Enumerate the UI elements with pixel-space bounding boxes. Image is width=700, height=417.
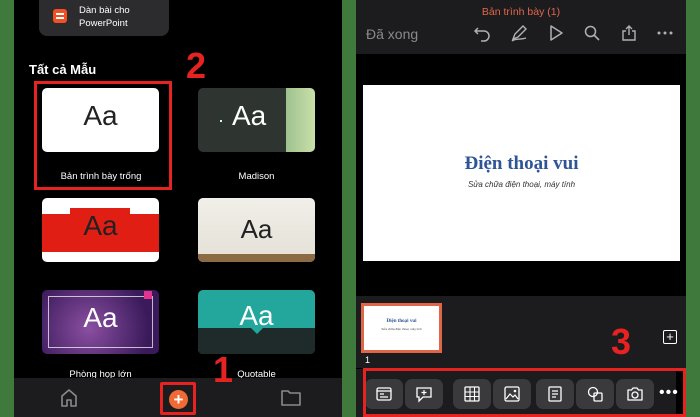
plus-icon: +: [169, 390, 188, 409]
highlight-insert-toolbar: [363, 368, 686, 417]
home-icon[interactable]: [54, 386, 84, 408]
slide-canvas[interactable]: Điện thoại vui Sửa chữa điện thoại, máy …: [363, 85, 680, 261]
template-madison[interactable]: Aa: [198, 88, 315, 152]
template-red-banner[interactable]: Aa: [42, 198, 159, 262]
template-preview-text: Aa: [239, 300, 274, 331]
template-decoration: [220, 120, 222, 122]
thumbnail-subtitle: Sửa chữa điện thoại, máy tính: [381, 327, 422, 331]
slide-number: 1: [365, 355, 371, 365]
template-preview-text: Aa: [232, 100, 267, 131]
bottom-nav-bar: +: [14, 378, 342, 417]
presentation-editor-screen: Bản trình bày (1) Đã xong Điện thoại vui…: [356, 0, 686, 417]
thumbnail-title: Điện thoại vui: [386, 319, 417, 324]
document-icon: [53, 9, 67, 23]
template-wood[interactable]: Aa: [198, 198, 315, 262]
template-decoration: [144, 291, 152, 299]
search-icon[interactable]: [583, 24, 601, 42]
template-boardroom[interactable]: Aa: [42, 290, 159, 354]
slide-title[interactable]: Điện thoại vui: [363, 153, 680, 175]
highlight-blank-template: [34, 81, 172, 190]
play-icon[interactable]: [547, 24, 565, 42]
slide-thumbnail-strip: Điện thoại vui Sửa chữa điện thoại, máy …: [356, 296, 686, 368]
slide-thumbnail[interactable]: Điện thoại vui Sửa chữa điện thoại, máy …: [361, 303, 442, 353]
done-button[interactable]: Đã xong: [366, 26, 418, 42]
step-1-badge: 1: [213, 349, 234, 390]
template-preview-text: Aa: [83, 302, 118, 333]
add-slide-button[interactable]: +: [663, 330, 677, 344]
template-quotable[interactable]: Aa: [198, 290, 315, 354]
template-decoration: [198, 254, 315, 262]
section-title: Tất cả Mẫu: [29, 62, 97, 77]
editor-top-bar: Bản trình bày (1) Đã xong: [356, 0, 686, 54]
template-preview-text: Aa: [83, 210, 118, 241]
more-icon[interactable]: [656, 24, 674, 42]
template-gallery-screen: Dàn bài cho PowerPoint Tất cả Mẫu Aa Bản…: [14, 0, 342, 417]
share-icon[interactable]: [620, 24, 638, 42]
step-2-badge: 2: [186, 45, 207, 86]
undo-icon[interactable]: [473, 24, 491, 42]
template-label: Madison: [238, 171, 275, 182]
outline-card-label: Dàn bài cho PowerPoint: [79, 5, 130, 29]
document-title[interactable]: Bản trình bày (1): [356, 6, 686, 18]
step-3-badge: 3: [611, 321, 632, 362]
outline-template-card[interactable]: Dàn bài cho PowerPoint: [39, 0, 169, 36]
template-decoration: [286, 88, 315, 152]
template-preview-text: Aa: [240, 214, 273, 244]
slide-subtitle[interactable]: Sửa chữa điện thoại, máy tính: [363, 180, 680, 189]
new-presentation-button[interactable]: +: [160, 382, 196, 415]
folder-icon[interactable]: [276, 386, 306, 408]
pen-icon[interactable]: [510, 24, 528, 42]
